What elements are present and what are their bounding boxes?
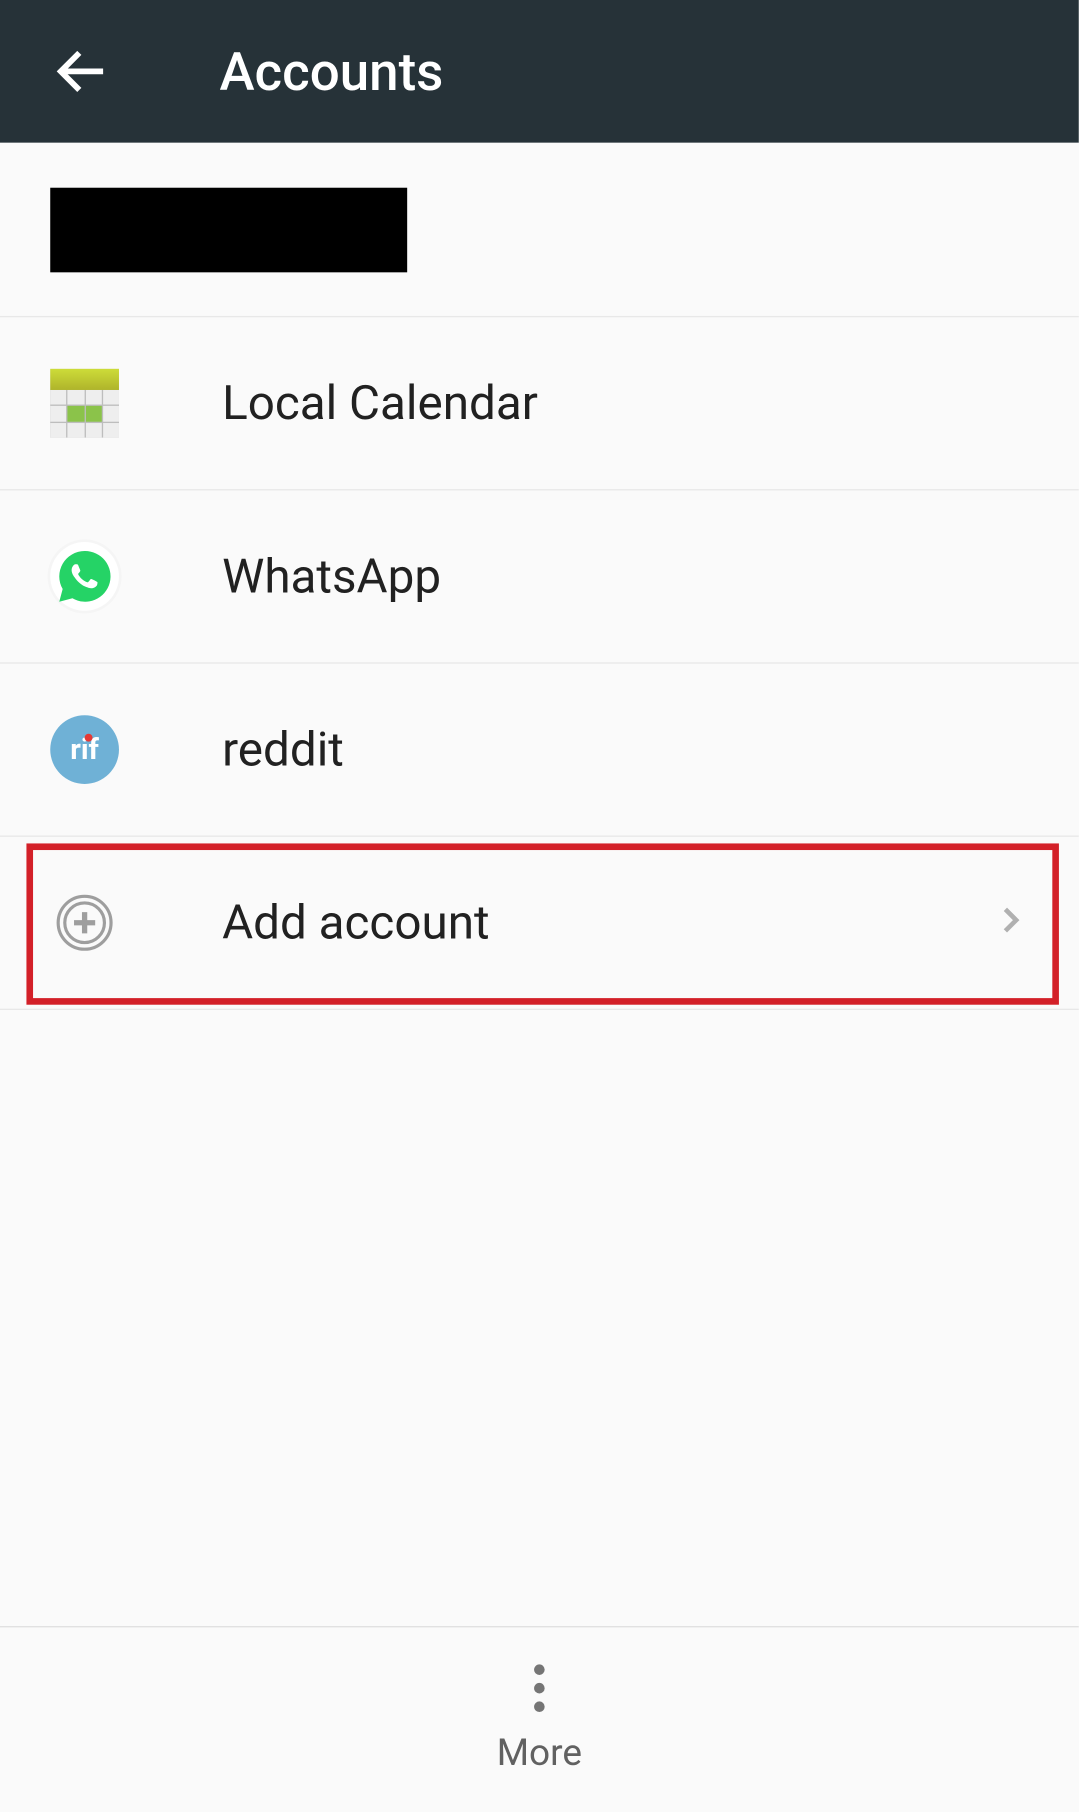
- rif-icon: rif: [50, 715, 119, 784]
- app-header: Accounts: [0, 0, 1079, 143]
- redacted-account-label: [50, 187, 407, 272]
- account-label: WhatsApp: [222, 549, 1028, 605]
- account-label: reddit: [222, 722, 1028, 778]
- account-row-whatsapp[interactable]: WhatsApp: [0, 490, 1079, 663]
- plus-circle-icon: [50, 888, 119, 957]
- calendar-icon: [50, 369, 119, 438]
- account-row-redacted[interactable]: [0, 143, 1079, 318]
- more-menu-icon[interactable]: [534, 1664, 545, 1712]
- account-row-local-calendar[interactable]: Local Calendar: [0, 317, 1079, 490]
- add-account-row[interactable]: Add account: [0, 837, 1079, 1010]
- accounts-list: Local Calendar WhatsApp rif reddi: [0, 143, 1079, 1010]
- add-account-label: Add account: [222, 895, 991, 951]
- page-title: Accounts: [219, 40, 443, 102]
- whatsapp-icon: [50, 542, 119, 611]
- more-label[interactable]: More: [497, 1730, 582, 1774]
- back-arrow-icon[interactable]: [50, 40, 113, 103]
- account-row-reddit[interactable]: rif reddit: [0, 664, 1079, 837]
- account-label: Local Calendar: [222, 375, 1028, 431]
- chevron-right-icon: [992, 902, 1029, 944]
- bottom-bar: More: [0, 1626, 1079, 1811]
